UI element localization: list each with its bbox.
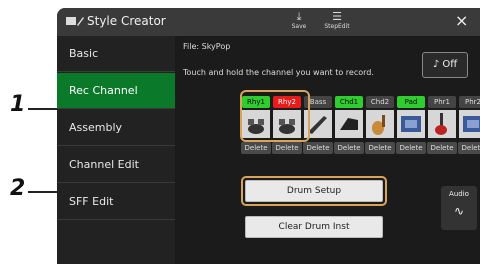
callout-2: 2 bbox=[10, 176, 26, 201]
close-button[interactable]: × bbox=[455, 11, 468, 30]
delete-button[interactable]: Delete bbox=[303, 142, 333, 154]
channel-chd2[interactable]: Chd2 Delete bbox=[365, 96, 395, 168]
delete-button[interactable]: Delete bbox=[365, 142, 395, 154]
acoustic-guitar-icon[interactable] bbox=[366, 110, 394, 138]
file-name: File: SkyPop bbox=[183, 42, 231, 51]
main-panel: File: SkyPop Touch and hold the channel … bbox=[177, 36, 480, 264]
clear-drum-inst-button[interactable]: Clear Drum Inst bbox=[245, 216, 383, 238]
delete-button[interactable]: Delete bbox=[334, 142, 364, 154]
audio-label: Audio bbox=[449, 190, 469, 198]
sidebar: Basic Rec Channel Assembly Channel Edit … bbox=[57, 36, 175, 264]
strings-icon[interactable] bbox=[397, 110, 425, 138]
strings-icon[interactable] bbox=[459, 110, 480, 138]
hint-text: Touch and hold the channel you want to r… bbox=[183, 68, 374, 77]
piano-icon[interactable] bbox=[335, 110, 363, 138]
channel-label[interactable]: Phr1 bbox=[428, 96, 456, 108]
audio-button[interactable]: Audio ∿ bbox=[441, 186, 477, 230]
channel-label[interactable]: Pad bbox=[397, 96, 425, 108]
waveform-icon: ∿ bbox=[453, 204, 465, 218]
sidebar-item-basic[interactable]: Basic bbox=[57, 36, 175, 72]
sidebar-item-assembly[interactable]: Assembly bbox=[57, 110, 175, 146]
delete-button[interactable]: Delete bbox=[396, 142, 426, 154]
channel-phr1[interactable]: Phr1 Delete bbox=[427, 96, 457, 168]
channel-label[interactable]: Chd2 bbox=[366, 96, 394, 108]
stepedit-label: StepEdit bbox=[324, 23, 350, 30]
device-screen: Style Creator ⤓ Save ☰ StepEdit × Basic … bbox=[57, 8, 480, 264]
style-creator-icon bbox=[65, 14, 87, 30]
list-icon: ☰ bbox=[332, 10, 342, 23]
save-label: Save bbox=[291, 23, 307, 30]
page-title: Style Creator bbox=[87, 14, 166, 28]
electric-guitar-icon[interactable] bbox=[428, 110, 456, 138]
metronome-icon: ♪ bbox=[432, 59, 440, 70]
channel-label[interactable]: Phr2 bbox=[459, 96, 480, 108]
channel-pad[interactable]: Pad Delete bbox=[396, 96, 426, 168]
off-button[interactable]: ♪ Off bbox=[422, 52, 468, 78]
stepedit-button[interactable]: ☰ StepEdit bbox=[317, 10, 357, 34]
channel-label[interactable]: Chd1 bbox=[335, 96, 363, 108]
save-button[interactable]: ⤓ Save bbox=[279, 10, 319, 34]
channel-phr2[interactable]: Phr2 Delete bbox=[458, 96, 480, 168]
delete-button[interactable]: Delete bbox=[241, 142, 271, 154]
title-bar: Style Creator ⤓ Save ☰ StepEdit × bbox=[57, 8, 480, 36]
rhythm-channels-highlight bbox=[240, 90, 310, 142]
callout-1: 1 bbox=[10, 92, 26, 117]
delete-button[interactable]: Delete bbox=[272, 142, 302, 154]
sidebar-item-sff-edit[interactable]: SFF Edit bbox=[57, 184, 175, 220]
channel-chd1[interactable]: Chd1 Delete bbox=[334, 96, 364, 168]
save-icon: ⤓ bbox=[296, 10, 302, 23]
off-label: Off bbox=[442, 59, 458, 70]
sidebar-item-rec-channel[interactable]: Rec Channel bbox=[57, 73, 175, 109]
delete-button[interactable]: Delete bbox=[427, 142, 457, 154]
sidebar-item-channel-edit[interactable]: Channel Edit bbox=[57, 147, 175, 183]
delete-button[interactable]: Delete bbox=[458, 142, 480, 154]
stage: 1 2 Style Creator ⤓ Save ☰ StepEdit × Ba… bbox=[0, 0, 480, 264]
drum-setup-button[interactable]: Drum Setup bbox=[245, 180, 383, 202]
